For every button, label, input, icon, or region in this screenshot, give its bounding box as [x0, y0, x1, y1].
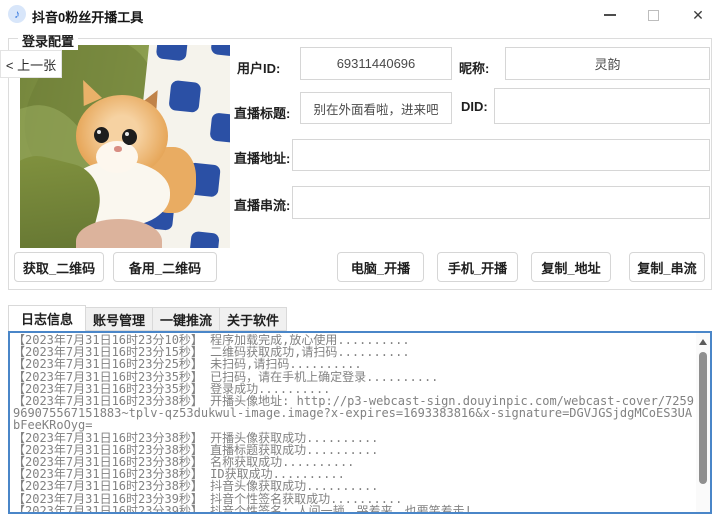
- minimize-icon: [604, 14, 616, 16]
- live-title-field[interactable]: [300, 92, 452, 124]
- app-window: ♪ 抖音0粉丝开播工具 ✕ 登录配置 < 上一张 用户ID: 693114406…: [0, 0, 720, 514]
- tab-account-manage[interactable]: 账号管理: [86, 307, 154, 331]
- cat-nose: [114, 146, 122, 152]
- cat-eye: [94, 127, 109, 143]
- scroll-up-icon[interactable]: [699, 339, 707, 345]
- window-title: 抖音0粉丝开播工具: [32, 10, 144, 25]
- scrollbar-thumb[interactable]: [699, 352, 707, 484]
- previous-image-button[interactable]: < 上一张: [0, 50, 62, 78]
- log-line: 【2023年7月31日16时23分38秒】 开播头像获取成功..........: [13, 430, 379, 445]
- log-scrollbar[interactable]: [696, 333, 710, 512]
- maximize-icon: [647, 9, 659, 21]
- app-logo-icon: ♪: [8, 5, 26, 23]
- nickname-field[interactable]: [505, 47, 710, 80]
- maximize-button[interactable]: [633, 0, 673, 30]
- minimize-button[interactable]: [590, 0, 630, 30]
- copy-stream-button[interactable]: 复制_串流: [629, 252, 705, 282]
- phone-start-button[interactable]: 手机_开播: [437, 252, 518, 282]
- log-line: 【2023年7月31日16时23分39秒】 抖音个性签名: 人间一趟，哭着来，也…: [13, 503, 472, 512]
- backup-qrcode-button[interactable]: 备用_二维码: [113, 252, 217, 282]
- live-url-field[interactable]: [292, 139, 710, 171]
- tab-one-key-push[interactable]: 一键推流: [153, 307, 221, 331]
- live-stream-label: 直播串流:: [234, 198, 291, 213]
- live-stream-field[interactable]: [292, 186, 710, 219]
- tab-about-software[interactable]: 关于软件: [220, 307, 288, 331]
- login-group-title: 登录配置: [18, 31, 79, 50]
- log-line: 【2023年7月31日16时23分38秒】 开播头像地址: http://p3-…: [13, 394, 694, 433]
- log-panel[interactable]: 【2023年7月31日16时23分10秒】 程序加载完成,放心使用.......…: [8, 331, 712, 514]
- eye-glint: [97, 130, 101, 134]
- did-field[interactable]: [494, 88, 710, 124]
- close-button[interactable]: ✕: [678, 0, 718, 30]
- nickname-label: 昵称:: [459, 61, 490, 76]
- log-output[interactable]: 【2023年7月31日16时23分10秒】 程序加载完成,放心使用.......…: [13, 334, 694, 512]
- live-title-label: 直播标题:: [234, 106, 291, 121]
- did-label: DID:: [461, 99, 488, 114]
- title-bar: ♪ 抖音0粉丝开播工具 ✕: [0, 0, 720, 30]
- get-qrcode-button[interactable]: 获取_二维码: [14, 252, 104, 282]
- user-id-field[interactable]: [300, 47, 452, 80]
- user-id-label: 用户ID:: [237, 61, 281, 76]
- live-url-label: 直播地址:: [234, 151, 291, 166]
- log-line: 【2023年7月31日16时23分35秒】 已扫码，请在手机上确定登录.....…: [13, 369, 439, 384]
- copy-url-button[interactable]: 复制_地址: [531, 252, 611, 282]
- close-icon: ✕: [692, 7, 704, 23]
- eye-glint: [125, 132, 129, 136]
- tab-log-info[interactable]: 日志信息: [8, 305, 87, 331]
- cat-eye: [122, 129, 137, 145]
- log-line: 【2023年7月31日16时23分39秒】 抖音个性签名获取成功........…: [13, 491, 403, 506]
- log-line: 【2023年7月31日16时23分25秒】 未扫码,请扫码..........: [13, 357, 362, 372]
- tab-bar: 日志信息 账号管理 一键推流 关于软件: [8, 305, 288, 331]
- pc-start-button[interactable]: 电脑_开播: [337, 252, 424, 282]
- log-line: 【2023年7月31日16时23分38秒】 抖音头像获取成功..........: [13, 479, 379, 494]
